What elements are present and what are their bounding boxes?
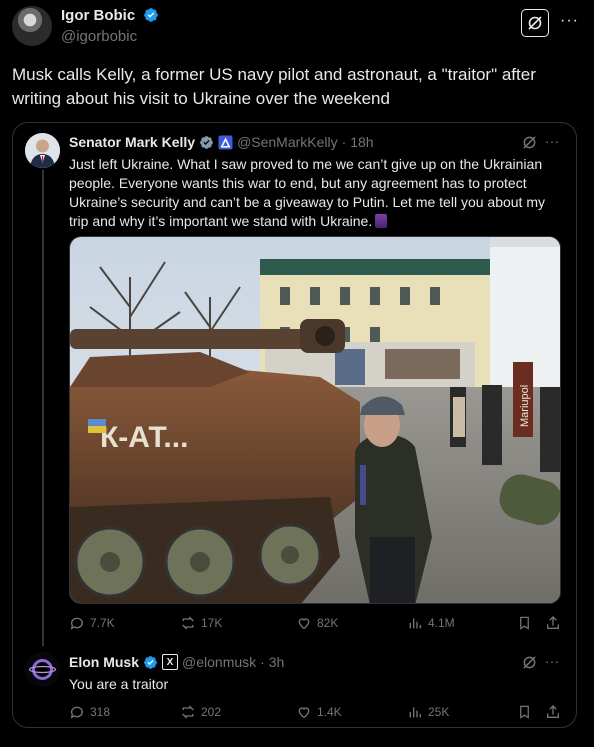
views-icon xyxy=(409,707,421,718)
kelly-view-count: 4.1M xyxy=(428,616,455,630)
thread-connector-line xyxy=(42,170,44,646)
musk-reply-count: 318 xyxy=(90,705,111,719)
tank-graffiti-text: К-АТ... xyxy=(100,421,188,454)
kelly-reply-button[interactable]: 7.7K xyxy=(69,615,115,631)
musk-name-row[interactable]: Elon Musk X @elonmusk · 3h xyxy=(69,654,284,670)
author-name[interactable]: Igor Bobic xyxy=(61,7,135,24)
musk-reply-text: You are a traitor xyxy=(69,676,169,692)
verified-badge-icon xyxy=(143,8,158,22)
author-handle[interactable]: @igorbobic xyxy=(61,28,137,45)
post-photo[interactable]: Mariupol К-АТ... xyxy=(69,236,561,604)
musk-avatar[interactable] xyxy=(25,652,60,687)
grok-icon xyxy=(528,16,542,30)
kelly-views-button[interactable]: 4.1M xyxy=(407,615,455,631)
heart-icon xyxy=(298,618,310,630)
kelly-like-button[interactable]: 82K xyxy=(296,615,338,631)
grok-icon[interactable] xyxy=(522,655,537,670)
kelly-like-count: 82K xyxy=(317,616,339,630)
share-icon[interactable] xyxy=(545,704,561,720)
heart-icon xyxy=(298,707,310,719)
kelly-timestamp[interactable]: · 18h xyxy=(342,134,374,150)
verified-badge-icon xyxy=(200,135,213,149)
musk-like-button[interactable]: 1.4K xyxy=(296,704,342,720)
views-icon xyxy=(409,618,421,629)
reply-icon xyxy=(70,617,83,630)
kelly-avatar[interactable] xyxy=(25,133,60,168)
musk-like-count: 1.4K xyxy=(317,705,342,719)
share-icon[interactable] xyxy=(545,615,561,631)
repost-icon xyxy=(182,705,194,719)
musk-views-button[interactable]: 25K xyxy=(407,704,449,720)
verified-badge-icon xyxy=(144,655,157,669)
kelly-reply-count: 7.7K xyxy=(90,616,115,630)
photo-image: Mariupol К-АТ... xyxy=(70,237,560,603)
post-text: Musk calls Kelly, a former US navy pilot… xyxy=(12,65,536,108)
repost-icon xyxy=(182,616,194,630)
bookmark-icon[interactable] xyxy=(517,704,532,720)
musk-repost-count: 202 xyxy=(201,705,222,719)
author-avatar[interactable] xyxy=(12,6,52,46)
kelly-post-text: Just left Ukraine. What I saw proved to … xyxy=(69,156,545,229)
musk-timestamp[interactable]: · 3h xyxy=(260,654,284,670)
street-sign-text: Mariupol xyxy=(519,385,531,427)
author-name-row[interactable]: Igor Bobic xyxy=(61,7,159,25)
musk-view-count: 25K xyxy=(428,705,450,719)
musk-handle[interactable]: @elonmusk xyxy=(182,654,256,670)
reply-icon xyxy=(70,706,83,719)
more-options-icon[interactable]: ··· xyxy=(545,653,559,669)
government-badge-icon xyxy=(218,135,233,149)
musk-reply-button[interactable]: 318 xyxy=(69,704,110,720)
more-options-icon[interactable]: ··· xyxy=(545,133,559,149)
musk-repost-button[interactable]: 202 xyxy=(180,704,221,720)
kelly-name-row[interactable]: Senator Mark Kelly @SenMarkKelly · 18h xyxy=(69,134,374,150)
bookmark-icon[interactable] xyxy=(517,615,532,631)
kelly-name[interactable]: Senator Mark Kelly xyxy=(69,134,195,150)
kelly-repost-count: 17K xyxy=(201,616,223,630)
musk-name[interactable]: Elon Musk xyxy=(69,654,139,670)
scroll-emoji-icon xyxy=(375,214,388,228)
kelly-repost-button[interactable]: 17K xyxy=(180,615,222,631)
kelly-handle[interactable]: @SenMarkKelly xyxy=(237,134,338,150)
grok-button[interactable] xyxy=(521,9,549,37)
more-options-icon[interactable]: ··· xyxy=(560,12,579,30)
x-affiliate-badge-icon: X xyxy=(162,654,179,670)
grok-icon[interactable] xyxy=(522,135,537,150)
